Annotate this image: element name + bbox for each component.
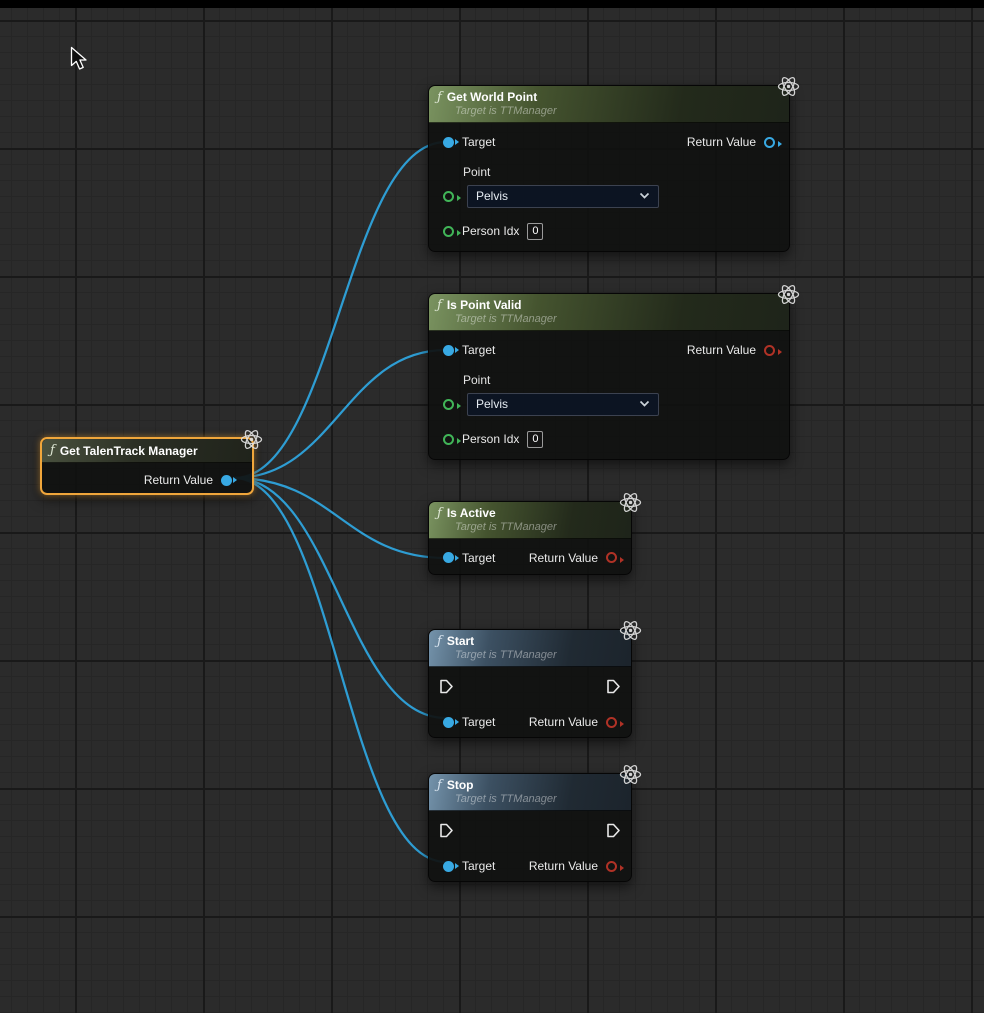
object-pin-icon[interactable] (443, 552, 454, 563)
node-subtitle: Target is TTManager (455, 649, 623, 662)
atom-icon (619, 491, 642, 514)
atom-icon (777, 75, 800, 98)
blueprint-canvas[interactable]: ƒ Get World Point Target is TTManager Ta… (0, 0, 984, 1013)
mouse-cursor (70, 46, 88, 72)
bool-pin-icon[interactable] (764, 345, 775, 356)
atom-icon (777, 283, 800, 306)
pin-label: Target (462, 551, 495, 565)
function-icon: ƒ (437, 507, 442, 520)
node-subtitle: Target is TTManager (455, 793, 623, 806)
function-icon: ƒ (437, 299, 442, 312)
point-pin-icon[interactable] (443, 399, 454, 410)
object-pin-icon[interactable] (443, 717, 454, 728)
pin-return-value-output[interactable]: Return Value (529, 715, 617, 729)
pin-label: Target (462, 859, 495, 873)
exec-in-pin[interactable] (439, 679, 454, 694)
pin-target-input[interactable]: Target (443, 715, 495, 729)
node-subtitle: Target is TTManager (455, 105, 781, 118)
node-header: ƒ Stop Target is TTManager (429, 774, 631, 811)
connection-wire[interactable] (234, 350, 446, 478)
pin-label: Return Value (144, 473, 213, 487)
pin-label: Target (462, 343, 495, 357)
pin-label: Return Value (529, 551, 598, 565)
connection-wire[interactable] (234, 478, 446, 558)
node-start[interactable]: ƒ Start Target is TTManager Target Retur… (428, 629, 632, 738)
node-title: Stop (447, 777, 474, 793)
person-idx-input[interactable]: 0 (527, 223, 543, 240)
bool-pin-icon[interactable] (606, 552, 617, 563)
object-pin-icon[interactable] (764, 137, 775, 148)
node-subtitle: Target is TTManager (455, 313, 781, 326)
exec-in-pin[interactable] (439, 823, 454, 838)
pin-target-input[interactable]: Target (443, 859, 495, 873)
connection-wire[interactable] (234, 142, 446, 478)
pin-label: Target (462, 135, 495, 149)
node-is-active[interactable]: ƒ Is Active Target is TTManager Target R… (428, 501, 632, 575)
function-icon: ƒ (437, 635, 442, 648)
point-dropdown[interactable]: Pelvis (467, 185, 659, 208)
atom-icon (619, 619, 642, 642)
node-header: ƒ Get World Point Target is TTManager (429, 86, 789, 123)
pin-target-input[interactable]: Target (443, 135, 495, 149)
point-dropdown[interactable]: Pelvis (467, 393, 659, 416)
pin-return-value-output[interactable]: Return Value (687, 343, 775, 357)
atom-icon (619, 763, 642, 786)
pin-target-input[interactable]: Target (443, 551, 495, 565)
dropdown-value: Pelvis (476, 397, 508, 411)
object-pin-icon[interactable] (443, 345, 454, 356)
point-pin-icon[interactable] (443, 191, 454, 202)
connection-wire[interactable] (234, 478, 446, 862)
node-is-point-valid[interactable]: ƒ Is Point Valid Target is TTManager Tar… (428, 293, 790, 460)
node-title: Start (447, 633, 474, 649)
node-header: ƒ Get TalenTrack Manager (42, 439, 252, 463)
person-idx-input[interactable]: 0 (527, 431, 543, 448)
pin-label: Person Idx (462, 224, 519, 238)
pin-label: Return Value (529, 715, 598, 729)
node-title: Is Active (447, 505, 496, 521)
object-pin-icon[interactable] (221, 475, 232, 486)
node-title: Is Point Valid (447, 297, 522, 313)
node-header: ƒ Is Active Target is TTManager (429, 502, 631, 539)
node-title: Get World Point (447, 89, 537, 105)
object-pin-icon[interactable] (443, 137, 454, 148)
person-idx-pin-icon[interactable] (443, 434, 454, 445)
pin-return-value-output[interactable]: Return Value (529, 859, 617, 873)
viewport-top-edge (0, 0, 984, 8)
pin-return-value-output[interactable]: Return Value (144, 473, 232, 487)
node-header: ƒ Is Point Valid Target is TTManager (429, 294, 789, 331)
node-header: ƒ Start Target is TTManager (429, 630, 631, 667)
pin-label: Return Value (687, 135, 756, 149)
node-get-world-point[interactable]: ƒ Get World Point Target is TTManager Ta… (428, 85, 790, 252)
pin-label: Person Idx (462, 432, 519, 446)
chevron-down-icon (639, 400, 650, 408)
pin-label: Return Value (687, 343, 756, 357)
object-pin-icon[interactable] (443, 861, 454, 872)
node-subtitle: Target is TTManager (455, 521, 623, 534)
function-icon: ƒ (437, 91, 442, 104)
pin-return-value-output[interactable]: Return Value (687, 135, 775, 149)
point-pin-label: Point (463, 373, 490, 387)
bool-pin-icon[interactable] (606, 861, 617, 872)
function-icon: ƒ (50, 444, 55, 457)
pin-label: Return Value (529, 859, 598, 873)
pin-label: Target (462, 715, 495, 729)
person-idx-pin-icon[interactable] (443, 226, 454, 237)
connection-wire[interactable] (234, 478, 446, 718)
exec-out-pin[interactable] (606, 823, 621, 838)
node-get-talentrack-manager[interactable]: ƒ Get TalenTrack Manager Return Value (40, 437, 254, 495)
node-title: Get TalenTrack Manager (60, 443, 198, 459)
point-pin-label: Point (463, 165, 490, 179)
node-stop[interactable]: ƒ Stop Target is TTManager Target Return… (428, 773, 632, 882)
exec-out-pin[interactable] (606, 679, 621, 694)
pin-target-input[interactable]: Target (443, 343, 495, 357)
atom-icon (240, 428, 263, 451)
dropdown-value: Pelvis (476, 189, 508, 203)
pin-return-value-output[interactable]: Return Value (529, 551, 617, 565)
chevron-down-icon (639, 192, 650, 200)
function-icon: ƒ (437, 779, 442, 792)
bool-pin-icon[interactable] (606, 717, 617, 728)
